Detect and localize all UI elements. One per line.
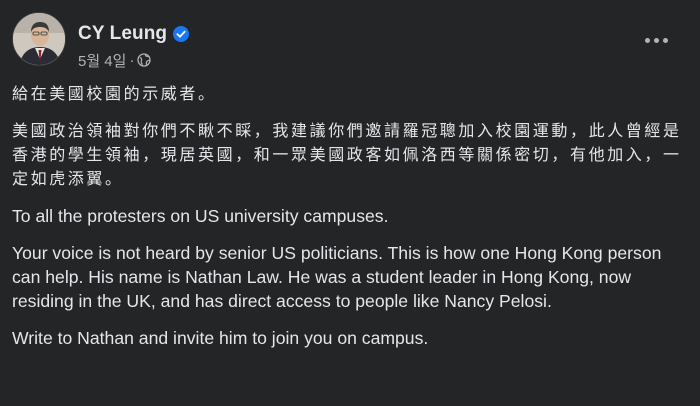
more-dot xyxy=(653,37,659,43)
post-paragraph: 美國政治領袖對你們不瞅不睬，我建議你們邀請羅冠聰加入校園運動，此人曾經是香港的學… xyxy=(12,121,682,188)
author-avatar[interactable] xyxy=(12,12,66,66)
more-options-icon[interactable] xyxy=(638,28,674,52)
post-paragraph: 給在美國校園的示威者。 xyxy=(12,84,217,103)
globe-icon[interactable] xyxy=(137,53,152,67)
more-dot xyxy=(644,37,650,43)
meta-separator: · xyxy=(129,51,135,69)
post-paragraph: Write to Nathan and invite him to join y… xyxy=(12,328,429,348)
avatar-image xyxy=(13,13,65,65)
author-name[interactable]: CY Leung xyxy=(78,23,167,45)
post-paragraph: Your voice is not heard by senior US pol… xyxy=(12,243,662,311)
post-meta: 5월 4일 · xyxy=(78,50,152,71)
post-header: CY Leung 5월 4일 · xyxy=(12,12,688,72)
facebook-post: CY Leung 5월 4일 · 給在美國校園的示威者。 美國政治領袖對你們不瞅… xyxy=(0,0,700,406)
post-body: 給在美國校園的示威者。 美國政治領袖對你們不瞅不睬，我建議你們邀請羅冠聰加入校園… xyxy=(12,82,688,350)
verified-badge-icon xyxy=(173,26,190,42)
post-paragraph: To all the protesters on US university c… xyxy=(12,206,389,226)
author-name-row: CY Leung xyxy=(78,22,190,46)
more-dot xyxy=(662,37,668,43)
post-date[interactable]: 5월 4일 xyxy=(78,50,126,71)
